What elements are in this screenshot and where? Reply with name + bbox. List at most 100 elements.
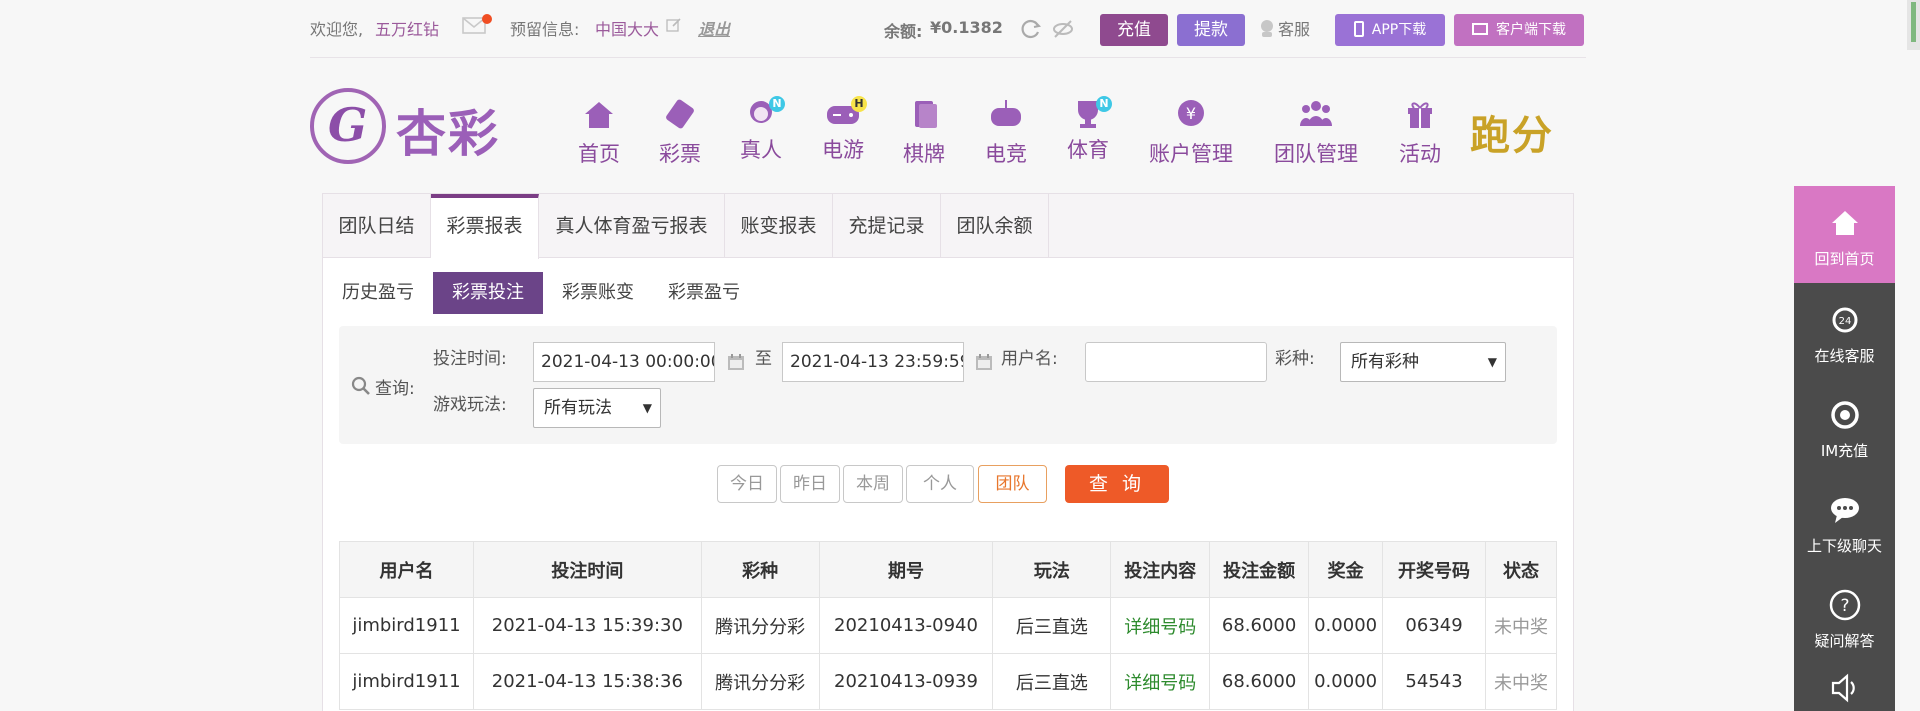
svg-text:24: 24: [1838, 316, 1851, 327]
tab-deposit-withdraw[interactable]: 充提记录: [833, 194, 941, 258]
new-badge: N: [1096, 96, 1112, 112]
nav-account[interactable]: ¥ 账户管理: [1148, 96, 1234, 168]
customer-service-link[interactable]: 客服: [1278, 16, 1310, 40]
sidebar-online-service[interactable]: 24 在线客服: [1794, 283, 1895, 378]
cell-draw-number: 06349: [1382, 597, 1487, 654]
reserve-label: 预留信息:: [510, 20, 580, 39]
search-button[interactable]: 查 询: [1065, 465, 1169, 503]
detail-numbers-link[interactable]: 详细号码: [1110, 597, 1211, 654]
detail-numbers-link[interactable]: 详细号码: [1110, 653, 1211, 710]
new-badge: N: [769, 96, 785, 112]
cell-bet-time: 2021-04-13 15:39:30: [472, 597, 702, 654]
app-download-button[interactable]: APP下载: [1335, 14, 1445, 46]
logo-text: 杏彩: [396, 105, 500, 163]
home-icon: [1831, 211, 1858, 235]
nav-sports[interactable]: N 体育: [1064, 96, 1112, 164]
main-tabs: 团队日结 彩票报表 真人体育盈亏报表 账变报表 充提记录 团队余额: [323, 194, 1573, 259]
bets-table: 用户名 投注时间 彩种 期号 玩法 投注内容 投注金额 奖金 开奖号码 状态 j…: [339, 541, 1557, 710]
cell-bet-amount: 68.6000: [1209, 597, 1310, 654]
svg-text:¥: ¥: [1186, 104, 1196, 123]
deposit-button[interactable]: 充值: [1100, 14, 1168, 46]
yesterday-button[interactable]: 昨日: [780, 465, 840, 503]
query-label: 查询:: [375, 379, 415, 399]
sidebar-faq[interactable]: ? 疑问解答: [1794, 568, 1895, 663]
username-label: 用户名:: [1001, 349, 1058, 369]
lottery-ticket-icon: [666, 99, 694, 129]
cards-icon: [915, 101, 937, 128]
report-panel: 团队日结 彩票报表 真人体育盈亏报表 账变报表 充提记录 团队余额 历史盈亏 彩…: [322, 193, 1574, 711]
scrollbar-indicator[interactable]: [1907, 0, 1920, 50]
site-logo[interactable]: G 杏彩: [310, 88, 510, 168]
tab-team-balance[interactable]: 团队余额: [941, 194, 1049, 258]
team-button[interactable]: 团队: [978, 465, 1047, 503]
unread-dot: [482, 14, 492, 24]
col-bet-content: 投注内容: [1110, 541, 1211, 598]
calendar-icon[interactable]: [727, 353, 745, 371]
subtab-lottery-bets[interactable]: 彩票投注: [433, 272, 543, 314]
tab-team-daily[interactable]: 团队日结: [323, 194, 431, 258]
home-icon: [585, 102, 613, 128]
edit-icon[interactable]: [666, 17, 682, 33]
nav-team[interactable]: 团队管理: [1273, 96, 1359, 168]
cell-status: 未中奖: [1485, 653, 1557, 710]
start-time-input[interactable]: 2021-04-13 00:00:00: [533, 342, 715, 382]
personal-button[interactable]: 个人: [906, 465, 974, 503]
tab-lottery-report[interactable]: 彩票报表: [431, 194, 539, 259]
nav-egame[interactable]: H 电游: [819, 96, 867, 164]
col-bet-amount: 投注金额: [1209, 541, 1310, 598]
welcome-text: 欢迎您,: [310, 20, 364, 39]
end-time-input[interactable]: 2021-04-13 23:59:59: [782, 342, 964, 382]
account-coin-icon: ¥: [1178, 100, 1204, 126]
nav-activity[interactable]: 活动: [1396, 96, 1444, 168]
play-select[interactable]: 所有玩法 ▼: [533, 388, 661, 428]
top-bar: 欢迎您, 五万红钻 预留信息: 中国大大 退出 余额: ¥0.1382 充值 提…: [310, 0, 1586, 58]
customer-service-icon[interactable]: [1258, 18, 1276, 38]
gamepad-icon: H: [823, 96, 867, 132]
cell-lottery: 腾讯分分彩: [700, 653, 820, 710]
svg-text:?: ?: [1840, 596, 1849, 616]
subtab-history-profit[interactable]: 历史盈亏: [333, 272, 423, 314]
refresh-icon[interactable]: [1020, 18, 1042, 40]
paofen-link[interactable]: 跑分: [1470, 103, 1554, 161]
table-header-row: 用户名 投注时间 彩种 期号 玩法 投注内容 投注金额 奖金 开奖号码 状态: [339, 541, 1557, 598]
balance-value: ¥0.1382: [930, 18, 1003, 37]
sidebar-back-home[interactable]: 回到首页: [1794, 186, 1895, 283]
support-24h-icon: 24: [1832, 307, 1857, 333]
cell-username: jimbird1911: [339, 597, 474, 654]
sidebar-im-recharge[interactable]: IM充值: [1794, 378, 1895, 473]
client-download-button[interactable]: 客户端下载: [1454, 14, 1584, 46]
nav-esports[interactable]: 电竞: [982, 96, 1030, 168]
nav-live[interactable]: N 真人: [737, 96, 785, 164]
this-week-button[interactable]: 本周: [843, 465, 903, 503]
calendar-icon[interactable]: [975, 353, 993, 371]
team-icon: [1300, 101, 1332, 126]
logout-link[interactable]: 退出: [698, 16, 730, 40]
reserve-value: 中国大大: [595, 20, 660, 39]
to-label: 至: [755, 349, 772, 369]
lottery-select[interactable]: 所有彩种 ▼: [1340, 342, 1506, 382]
monitor-icon: [1472, 23, 1488, 35]
subtab-lottery-account-change[interactable]: 彩票账变: [553, 272, 643, 314]
sidebar-chat[interactable]: 上下级聊天: [1794, 473, 1895, 568]
live-dealer-icon: N: [741, 96, 785, 132]
speaker-icon: [1831, 673, 1855, 703]
tab-live-sports-report[interactable]: 真人体育盈亏报表: [539, 194, 725, 258]
username-link[interactable]: 五万红钻: [375, 16, 439, 40]
sidebar-sound[interactable]: [1794, 663, 1895, 711]
trophy-icon: N: [1068, 96, 1112, 132]
nav-lottery[interactable]: 彩票: [656, 96, 704, 168]
table-row: jimbird1911 2021-04-13 15:39:30 腾讯分分彩 20…: [339, 597, 1557, 654]
logo-emblem: G: [310, 88, 386, 164]
withdraw-button[interactable]: 提款: [1177, 14, 1245, 46]
col-lottery: 彩种: [700, 541, 820, 598]
cell-prize: 0.0000: [1308, 653, 1384, 710]
cell-draw-number: 54543: [1382, 653, 1487, 710]
today-button[interactable]: 今日: [717, 465, 777, 503]
search-icon: [351, 376, 370, 395]
nav-chess[interactable]: 棋牌: [900, 96, 948, 168]
username-input[interactable]: [1085, 342, 1267, 382]
tab-account-change[interactable]: 账变报表: [725, 194, 833, 258]
nav-home[interactable]: 首页: [575, 96, 623, 168]
subtab-lottery-profit[interactable]: 彩票盈亏: [659, 272, 749, 314]
hide-balance-icon[interactable]: [1052, 18, 1074, 40]
